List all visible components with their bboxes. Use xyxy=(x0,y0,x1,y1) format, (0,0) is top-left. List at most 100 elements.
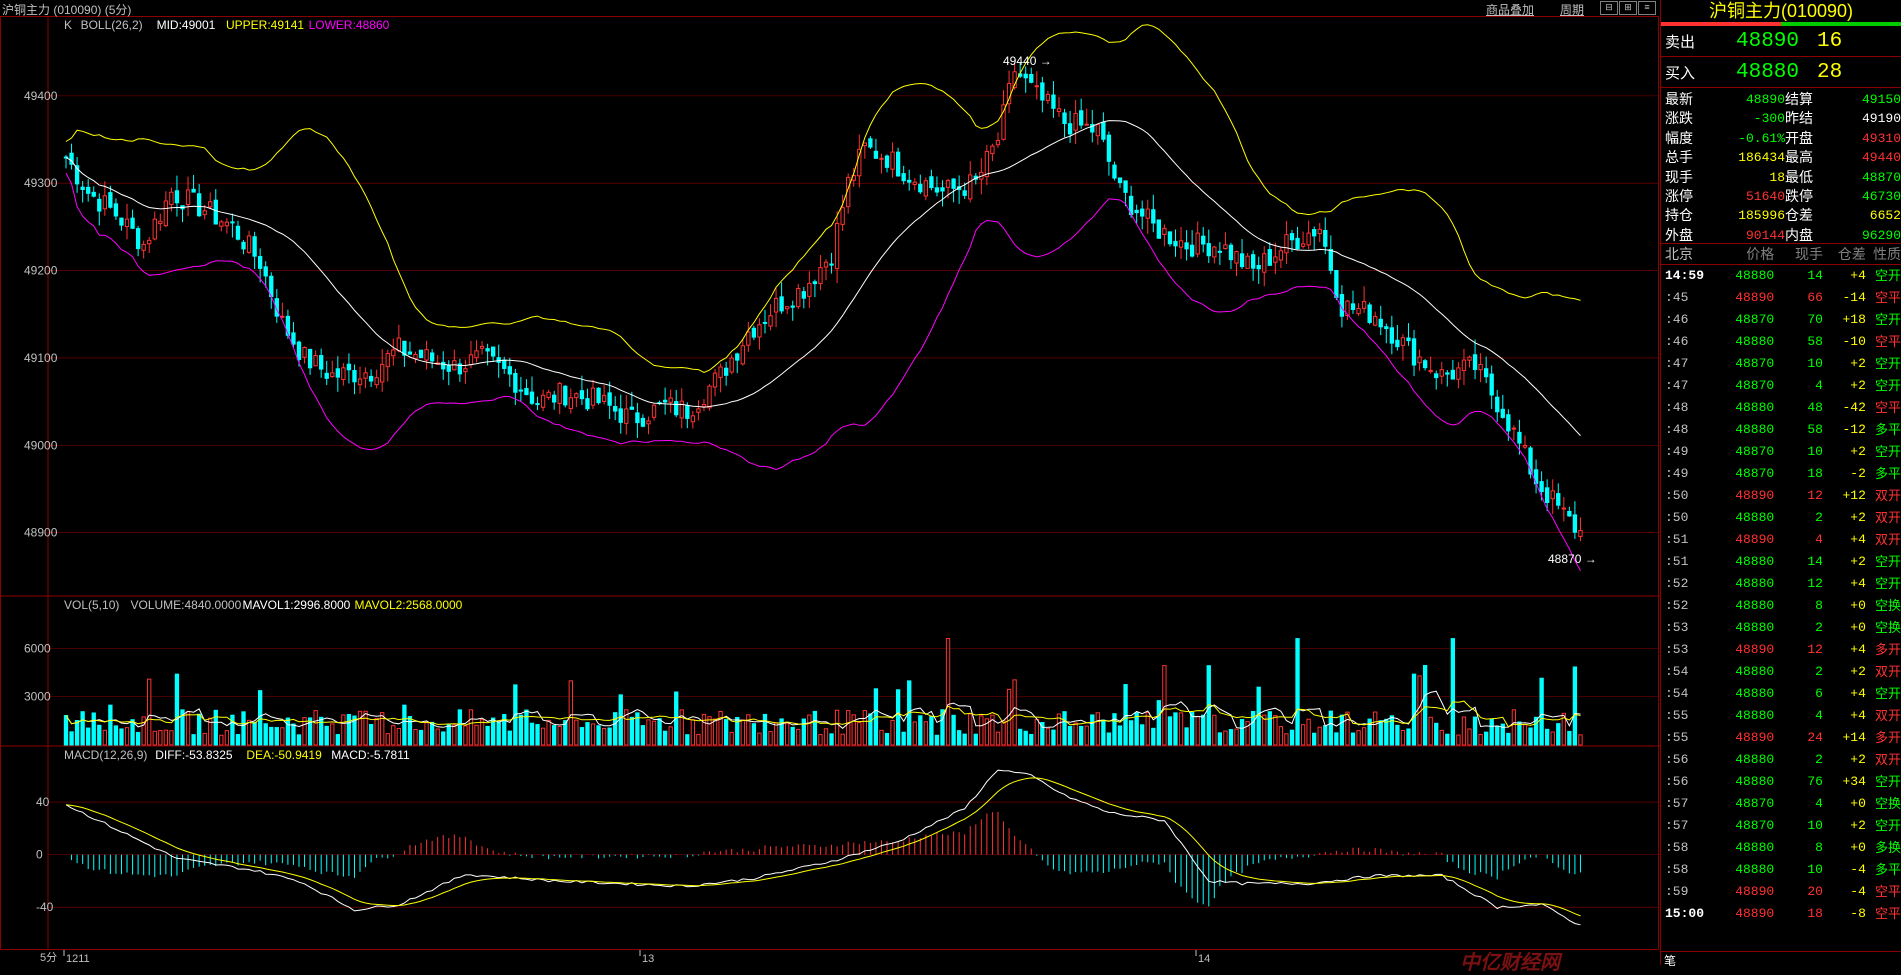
candle-body xyxy=(635,412,640,424)
tick-time: :59 xyxy=(1665,884,1689,899)
tick-time: :50 xyxy=(1665,510,1689,525)
volume-bar xyxy=(956,730,962,746)
volume-bar xyxy=(158,730,163,746)
candle-body xyxy=(1300,243,1306,247)
candle-body xyxy=(1489,373,1494,396)
candle-body xyxy=(757,324,762,338)
candle-body xyxy=(429,352,435,362)
candle-body xyxy=(613,406,618,412)
stat-label: 外盘 xyxy=(1665,226,1693,243)
tick-nature: 空平 xyxy=(1874,884,1901,899)
tick-time: :52 xyxy=(1665,576,1689,591)
tick-price: 48880 xyxy=(1735,686,1775,701)
volume-bar xyxy=(1522,724,1528,746)
candle-body xyxy=(1517,431,1522,444)
chart-frame xyxy=(0,16,1659,950)
volume-bar xyxy=(507,730,512,746)
layout-icon[interactable]: ⊞ xyxy=(1619,1,1637,15)
candle-body xyxy=(335,368,340,378)
candle-body xyxy=(196,193,202,217)
tick-row: 15:00 48890 18 -8 空平 xyxy=(1661,903,1901,925)
volume-bar xyxy=(868,713,873,746)
volume-bar xyxy=(263,723,268,746)
candlestick-chart[interactable]: 49400 49300 49200 49100 49000 48900 49440 → 488… xyxy=(0,0,1660,965)
tick-list[interactable]: 14:59 48880 14 +4 空开:45 48890 66 -14 空平:46 48870 7… xyxy=(1661,265,1901,925)
bottom-tab[interactable]: 笔 xyxy=(1660,951,1901,968)
volume-bar xyxy=(1212,714,1217,746)
tick-price: 48870 xyxy=(1735,378,1775,393)
volume-bar xyxy=(1289,729,1295,746)
volume-bar xyxy=(246,719,252,746)
tick-oi-change: +2 xyxy=(1850,510,1866,525)
volume-bar xyxy=(552,725,557,746)
zoom-icon[interactable]: ⊟ xyxy=(1600,1,1618,15)
candle-body xyxy=(1567,510,1572,517)
stat-label: 结算 xyxy=(1785,91,1813,107)
volume-bar xyxy=(518,714,524,746)
candle-body xyxy=(1495,396,1500,413)
candle-body xyxy=(518,389,524,392)
boll-upper-line xyxy=(65,24,1581,374)
candle-body xyxy=(563,385,568,406)
candle-body xyxy=(441,361,446,370)
candle-body xyxy=(219,221,224,227)
volume-bar xyxy=(979,715,984,746)
quote-stats: 最新 48890 结算 49150 涨跌 -300 昨结 49190 幅度 -0.61% 开盘 493… xyxy=(1661,88,1901,244)
candle-body xyxy=(1483,368,1489,378)
candle-body xyxy=(446,364,451,372)
volume-bar xyxy=(1128,720,1134,746)
volume-bar xyxy=(1406,728,1411,746)
candle-body xyxy=(1356,308,1361,315)
volume-bar xyxy=(1384,718,1389,746)
macd-diff-line xyxy=(65,769,1581,926)
stat-value: 49440 xyxy=(1861,150,1901,166)
menu-icon[interactable]: ≡ xyxy=(1638,1,1656,15)
volume-bar xyxy=(1090,714,1095,746)
candle-body xyxy=(945,180,951,188)
candle-body xyxy=(1328,248,1333,271)
volume-bar xyxy=(1178,712,1184,746)
volume-bar xyxy=(1350,732,1356,746)
volume-bar xyxy=(452,724,457,746)
volume-bar xyxy=(1006,688,1012,746)
period-button[interactable]: 周期 xyxy=(1560,1,1584,18)
tick-price: 48890 xyxy=(1735,290,1775,305)
candle-body xyxy=(1184,242,1189,250)
tick-oi-change: +2 xyxy=(1850,444,1866,459)
tick-volume: 10 xyxy=(1807,444,1823,459)
volume-bar xyxy=(257,690,263,746)
candle-body xyxy=(929,176,934,189)
candle-body xyxy=(313,354,318,367)
volume-bar xyxy=(846,710,851,746)
tick-oi-change: +2 xyxy=(1850,664,1866,679)
candle-body xyxy=(1406,337,1411,342)
price-tick-label: 48900 xyxy=(24,526,58,540)
high-price-label: 49440 → xyxy=(1003,54,1052,68)
volume-bar xyxy=(1134,712,1139,746)
tick-volume: 14 xyxy=(1807,268,1823,283)
tick-nature: 多平 xyxy=(1874,862,1901,877)
volume-legend-mavol2: MAVOL2:2568.0000 xyxy=(355,598,463,612)
volume-bar xyxy=(402,704,407,746)
stat-label: 涨停 xyxy=(1665,187,1693,204)
overlay-button[interactable]: 商品叠加 xyxy=(1486,1,1534,18)
tick-row: :46 48870 70 +18 空开 xyxy=(1661,309,1901,331)
candle-body xyxy=(601,394,607,402)
tick-row: 14:59 48880 14 +4 空开 xyxy=(1661,265,1901,287)
candle-body xyxy=(202,210,207,216)
price-legend-prefix: K xyxy=(64,18,72,32)
volume-tick-label: 6000 xyxy=(24,641,51,655)
candle-body xyxy=(1367,304,1372,323)
tick-price: 48880 xyxy=(1735,598,1775,613)
tick-time: :48 xyxy=(1665,422,1689,437)
chart-area[interactable]: 49400 49300 49200 49100 49000 48900 49440 → 488… xyxy=(0,0,1660,965)
volume-bar xyxy=(1422,665,1428,746)
volume-bar xyxy=(1189,712,1195,746)
volume-bar xyxy=(1167,716,1173,746)
tick-oi-change: +0 xyxy=(1850,796,1866,811)
volume-bar xyxy=(91,712,96,746)
candle-body xyxy=(302,346,307,358)
candle-body xyxy=(1439,369,1444,377)
volume-bar xyxy=(274,727,279,746)
candle-body xyxy=(1378,318,1383,328)
